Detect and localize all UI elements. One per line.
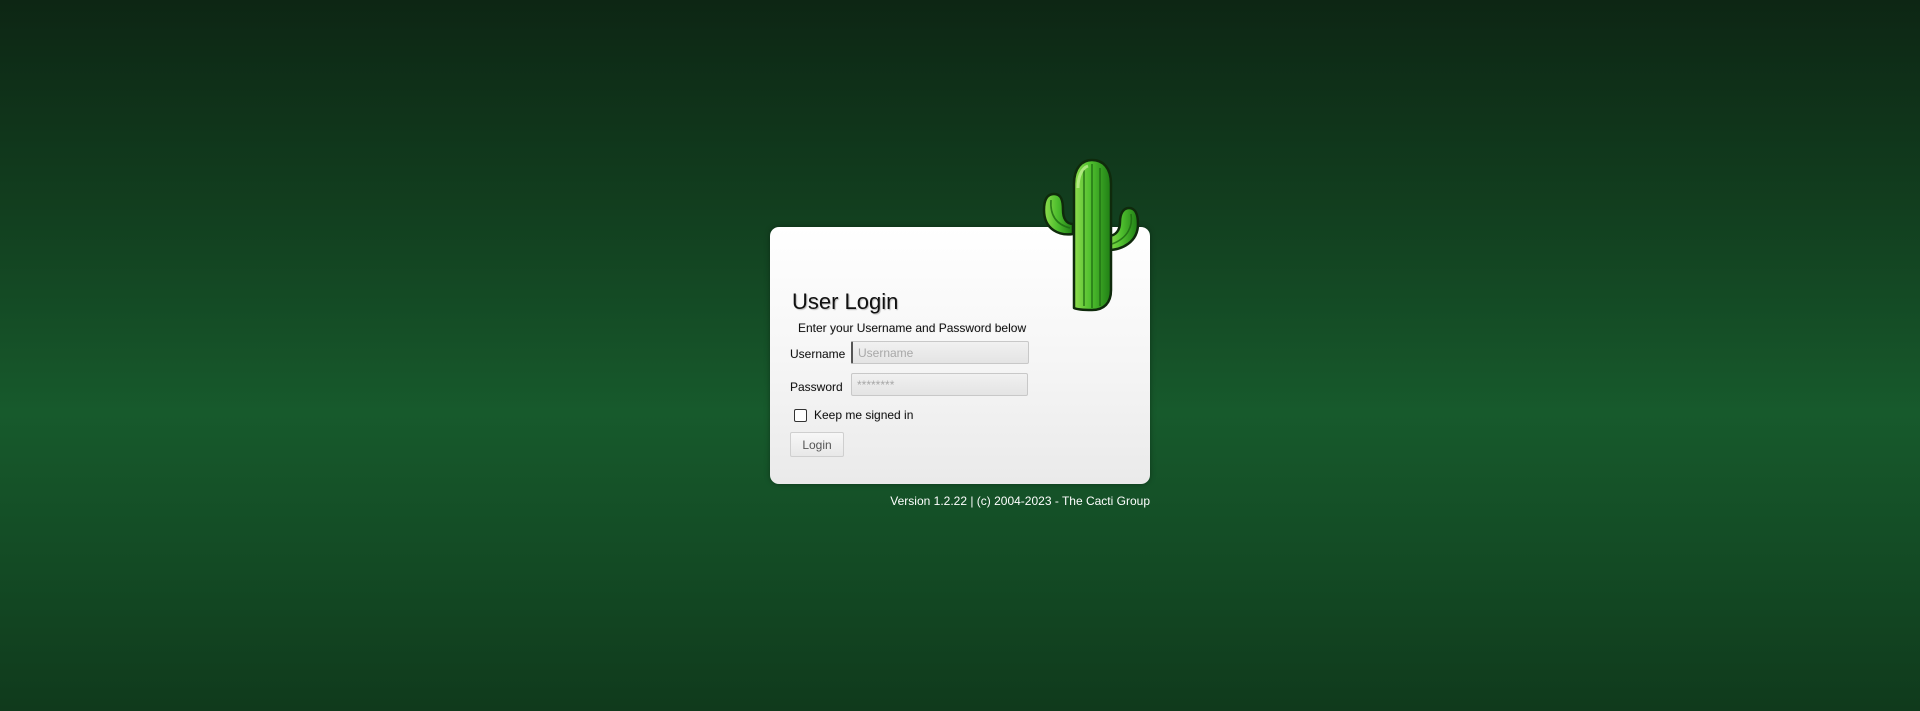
login-title: User Login: [792, 289, 899, 314]
cactus-logo-icon: [1042, 158, 1140, 312]
password-input[interactable]: [851, 373, 1028, 396]
version-footer: Version 1.2.22 | (c) 2004-2023 - The Cac…: [890, 494, 1150, 508]
password-label: Password: [790, 380, 843, 394]
login-subtitle: Enter your Username and Password below: [798, 321, 1027, 335]
remember-me-checkbox[interactable]: [794, 409, 807, 422]
remember-me-row[interactable]: Keep me signed in: [794, 407, 914, 422]
username-input[interactable]: [851, 341, 1029, 364]
username-label: Username: [790, 347, 846, 361]
login-button[interactable]: Login: [790, 432, 844, 457]
remember-me-label: Keep me signed in: [814, 407, 914, 422]
